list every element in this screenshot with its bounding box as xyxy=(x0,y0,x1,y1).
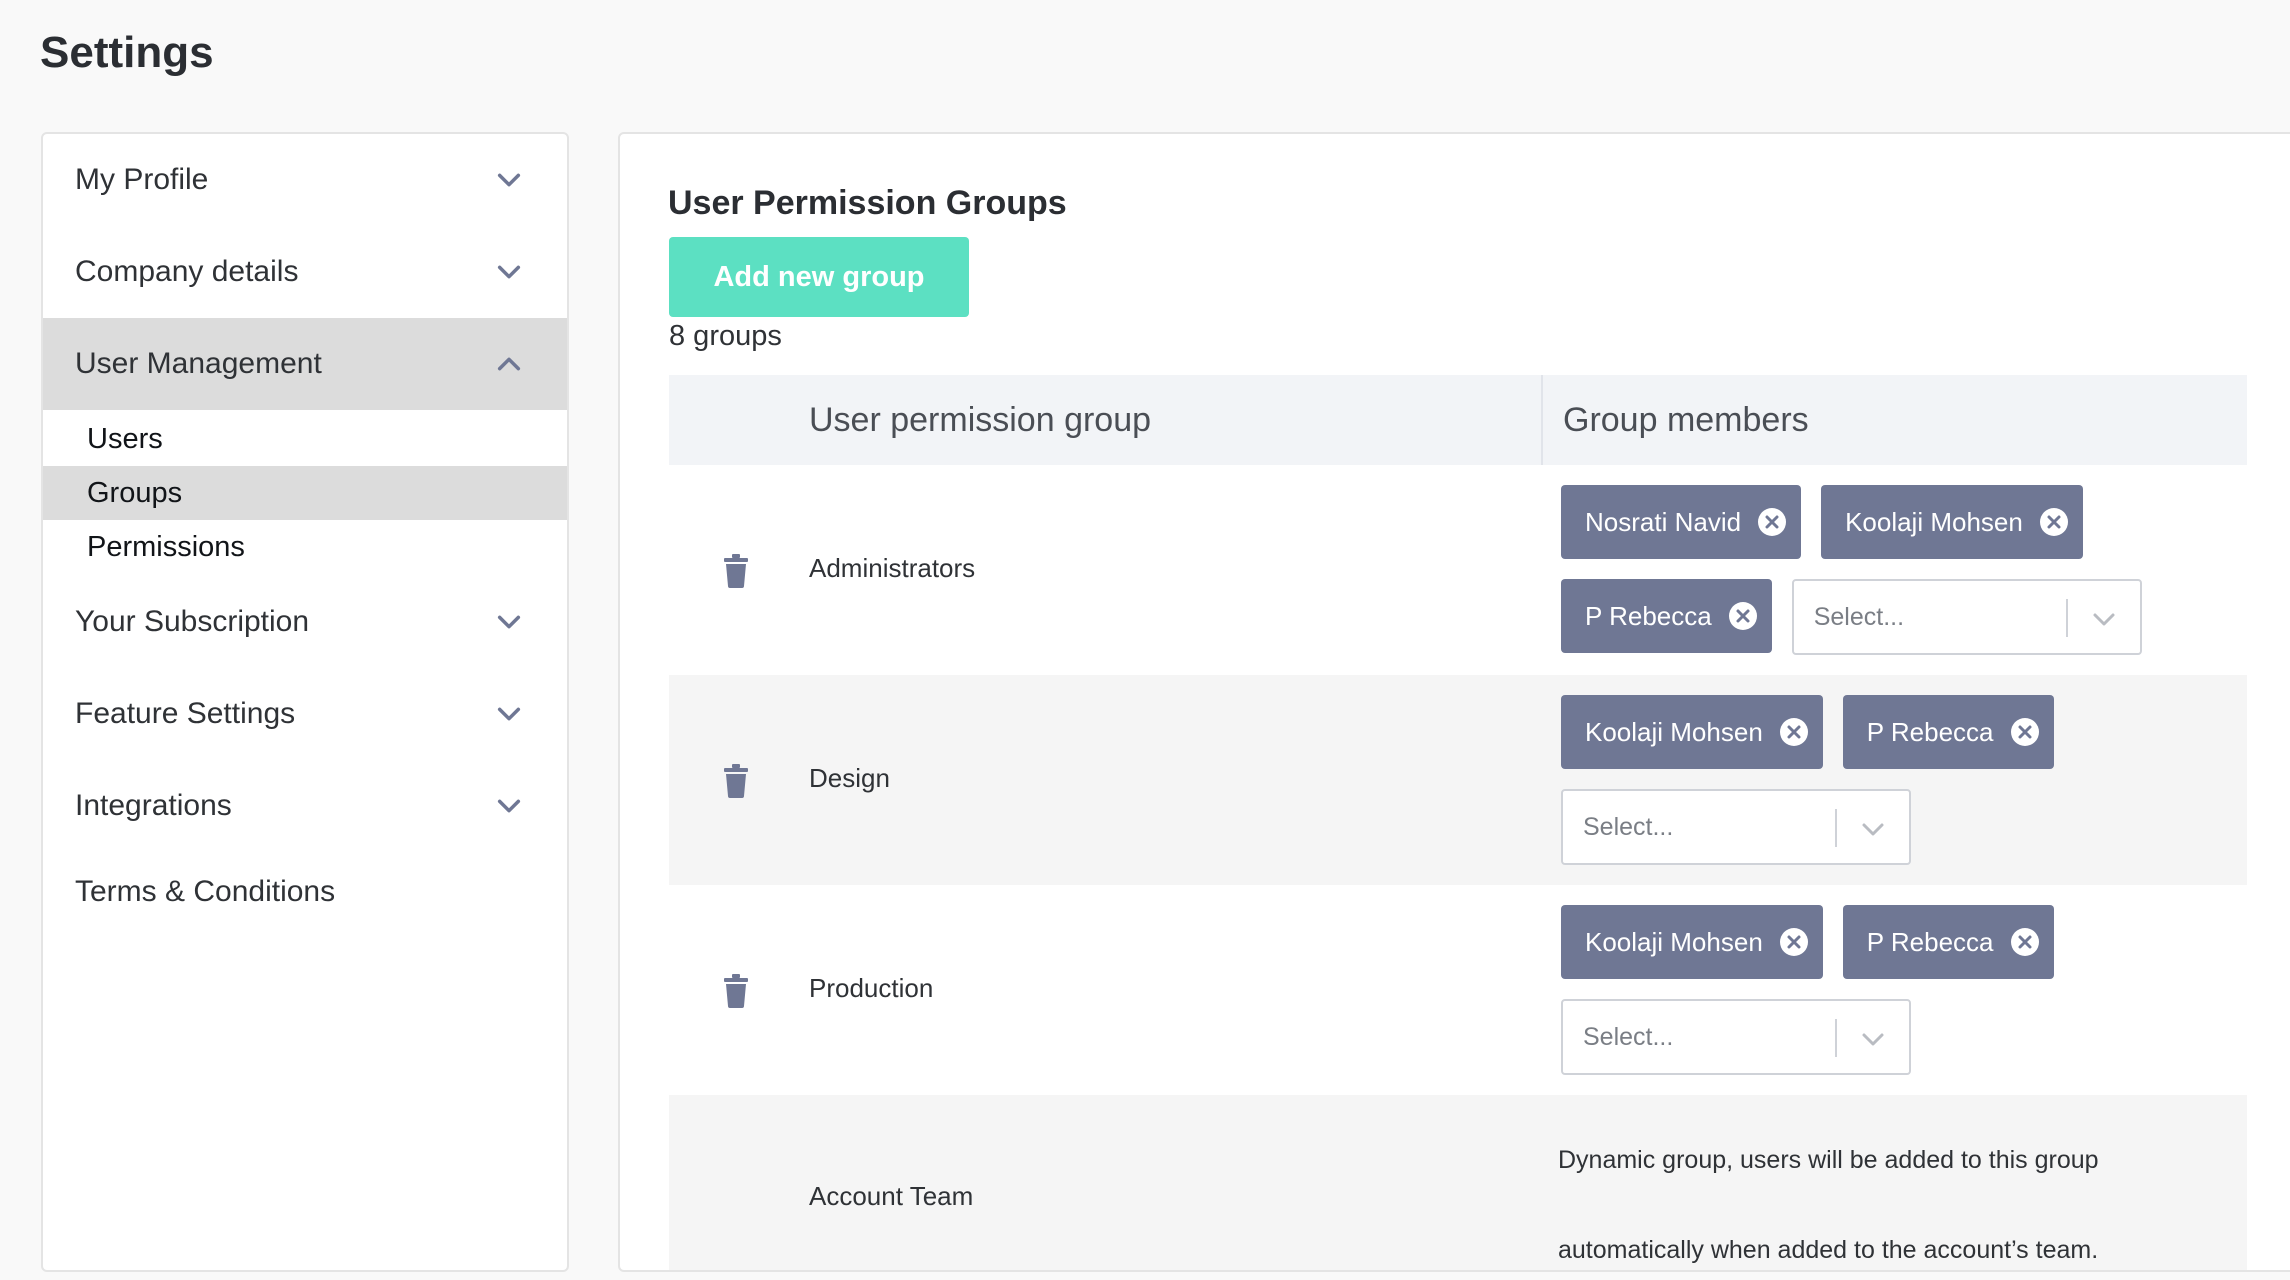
chevron-down-icon xyxy=(497,615,521,629)
sidebar-item-my-profile[interactable]: My Profile xyxy=(43,134,567,226)
member-tag: Koolaji Mohsen xyxy=(1561,695,1823,769)
member-name: Nosrati Navid xyxy=(1585,506,1742,537)
chevron-down-icon xyxy=(1862,823,1884,836)
chevron-up-icon xyxy=(497,357,521,371)
group-name: Production xyxy=(809,973,934,1003)
member-tag: Koolaji Mohsen xyxy=(1561,905,1823,979)
member-name: Koolaji Mohsen xyxy=(1845,506,2023,537)
column-header-members: Group members xyxy=(1541,375,2201,465)
chevron-down-icon xyxy=(497,707,521,721)
dynamic-group-note-line: Dynamic group, users will be added to th… xyxy=(1558,1146,2099,1174)
select-placeholder: Select... xyxy=(1813,602,1905,631)
sidebar-item-user-management[interactable]: User Management xyxy=(43,318,567,410)
sidebar-item-label: Integrations xyxy=(75,789,232,822)
trash-icon[interactable] xyxy=(723,764,749,798)
table-header: User permission group Group members xyxy=(669,375,2247,465)
member-tag: Koolaji Mohsen xyxy=(1821,485,2083,559)
close-circle-icon[interactable] xyxy=(1728,601,1758,631)
select-separator xyxy=(2065,599,2068,637)
section-title: User Permission Groups xyxy=(668,184,1067,222)
chevron-down-icon xyxy=(497,265,521,279)
select-separator xyxy=(1835,1019,1837,1057)
member-tag: P Rebecca xyxy=(1561,579,1772,653)
trash-icon[interactable] xyxy=(723,554,749,588)
table-row: Production Koolaji Mohsen P Rebecca Sele… xyxy=(669,885,2247,1095)
member-tag: Nosrati Navid xyxy=(1561,485,1802,559)
subnav-item-permissions[interactable]: Permissions xyxy=(43,520,567,574)
sidebar-item-your-subscription[interactable]: Your Subscription xyxy=(43,576,567,668)
close-circle-icon[interactable] xyxy=(1779,927,1809,957)
table-row: Design Koolaji Mohsen P Rebecca Select..… xyxy=(669,675,2247,885)
sidebar-item-company-details[interactable]: Company details xyxy=(43,226,567,318)
group-members: Koolaji Mohsen P Rebecca Select... xyxy=(1561,695,2061,865)
member-name: P Rebecca xyxy=(1866,716,1994,747)
main-panel: User Permission Groups Add new group 8 g… xyxy=(618,132,2290,1272)
close-circle-icon[interactable] xyxy=(1757,507,1787,537)
member-name: Koolaji Mohsen xyxy=(1585,716,1763,747)
close-circle-icon[interactable] xyxy=(2010,927,2040,957)
sidebar-item-label: Company details xyxy=(75,255,299,288)
member-tag: P Rebecca xyxy=(1842,695,2054,769)
member-select[interactable]: Select... xyxy=(1561,999,1911,1075)
chevron-down-icon xyxy=(497,799,521,813)
chevron-down-icon xyxy=(497,173,521,187)
sidebar-item-terms-conditions[interactable]: Terms & Conditions xyxy=(43,852,567,932)
user-management-subnav: Users Groups Permissions xyxy=(43,410,567,576)
sidebar-item-label: User Management xyxy=(75,347,322,380)
close-circle-icon[interactable] xyxy=(2039,507,2069,537)
group-members: Koolaji Mohsen P Rebecca Select... xyxy=(1561,905,2061,1075)
chevron-down-icon xyxy=(2093,613,2115,626)
member-tag: P Rebecca xyxy=(1842,905,2054,979)
member-name: P Rebecca xyxy=(1866,926,1994,957)
select-separator xyxy=(1835,809,1837,847)
group-count: 8 groups xyxy=(669,320,782,352)
dynamic-group-note: Dynamic group, users will be added to th… xyxy=(1558,1115,2178,1270)
group-name: Design xyxy=(809,763,890,793)
dynamic-group-note-line: automatically when added to the account’… xyxy=(1558,1236,2099,1264)
sidebar-item-label: Terms & Conditions xyxy=(75,875,336,908)
close-circle-icon[interactable] xyxy=(2010,717,2040,747)
member-select[interactable]: Select... xyxy=(1791,579,2142,655)
add-new-group-button[interactable]: Add new group xyxy=(669,237,969,317)
group-name: Account Team xyxy=(809,1181,974,1211)
page-title: Settings xyxy=(40,28,214,77)
column-header-group: User permission group xyxy=(809,400,1152,439)
group-members: Nosrati Navid Koolaji Mohsen P Rebecca S… xyxy=(1561,485,2221,655)
table-row: Account Team Dynamic group, users will b… xyxy=(669,1095,2247,1270)
group-name: Administrators xyxy=(809,553,976,583)
settings-sidebar: My Profile Company details User Manageme… xyxy=(41,132,569,1272)
member-name: Koolaji Mohsen xyxy=(1585,926,1763,957)
chevron-down-icon xyxy=(1862,1033,1884,1046)
subnav-item-groups[interactable]: Groups xyxy=(43,466,567,520)
trash-icon[interactable] xyxy=(723,974,749,1008)
member-name: P Rebecca xyxy=(1585,600,1712,631)
subnav-item-users[interactable]: Users xyxy=(43,412,567,466)
sidebar-item-label: My Profile xyxy=(75,163,209,196)
select-placeholder: Select... xyxy=(1583,1022,1674,1051)
close-circle-icon[interactable] xyxy=(1779,717,1809,747)
select-placeholder: Select... xyxy=(1583,812,1674,841)
groups-table: User permission group Group members Admi… xyxy=(669,375,2247,1270)
sidebar-item-label: Feature Settings xyxy=(75,697,296,730)
sidebar-item-feature-settings[interactable]: Feature Settings xyxy=(43,668,567,760)
sidebar-item-integrations[interactable]: Integrations xyxy=(43,760,567,852)
table-row: Administrators Nosrati Navid Koolaji Moh… xyxy=(669,465,2247,675)
sidebar-item-label: Your Subscription xyxy=(75,605,310,638)
member-select[interactable]: Select... xyxy=(1561,789,1911,865)
